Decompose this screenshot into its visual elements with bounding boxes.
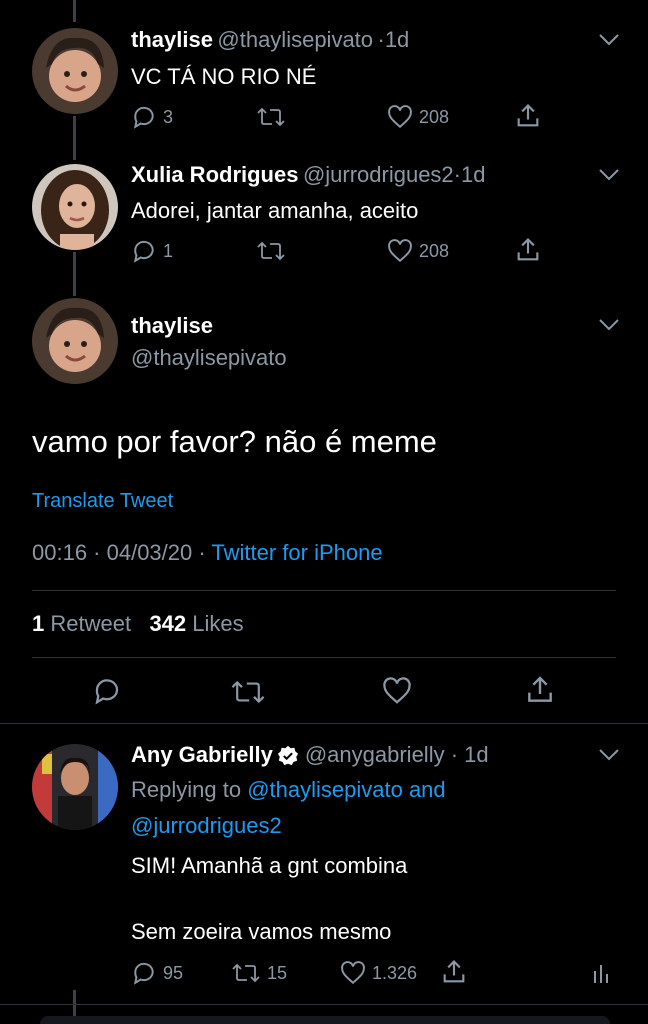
share-button[interactable]: [514, 102, 542, 130]
avatar[interactable]: [32, 28, 118, 114]
retweet-icon: [257, 241, 285, 261]
tweet-header: Xulia Rodrigues @jurrodrigues2·1d: [131, 162, 486, 187]
share-button[interactable]: [514, 236, 542, 264]
share-icon: [517, 238, 539, 261]
like-count: 208: [419, 240, 450, 261]
analytics-icon: [594, 965, 608, 983]
replying-prefix: Replying to: [131, 777, 242, 802]
heart-icon: [341, 961, 365, 985]
replying-to: Replying to @thaylisepivato and: [131, 777, 446, 803]
reply-icon: [133, 962, 154, 985]
user-handle[interactable]: @jurrodrigues2: [303, 162, 454, 187]
like-button[interactable]: 208: [387, 104, 449, 130]
reply-button[interactable]: 3: [131, 104, 173, 130]
like-button[interactable]: 208: [387, 238, 449, 264]
divider: [32, 590, 616, 591]
heart-icon[interactable]: [382, 676, 412, 706]
retweet-button[interactable]: [256, 104, 286, 130]
likes-stat[interactable]: 342 Likes: [149, 611, 243, 636]
tweet-header: Any Gabrielly @anygabrielly · 1d: [131, 742, 489, 767]
thread-line-top: [73, 0, 76, 22]
engagement-stats: 1 Retweet 342 Likes: [32, 611, 244, 637]
divider: [0, 1004, 648, 1005]
reply-count: 95: [163, 962, 184, 983]
retweet-icon[interactable]: [230, 677, 266, 707]
tweet-header: thaylise @thaylisepivato ·1d: [131, 27, 410, 52]
user-handle[interactable]: @thaylisepivato: [217, 27, 373, 52]
reply-button[interactable]: 95: [131, 960, 183, 986]
tweet-meta: 00:16 · 04/03/20 · Twitter for iPhone: [32, 540, 383, 566]
chevron-down-icon[interactable]: [598, 33, 620, 47]
retweet-icon: [232, 963, 260, 983]
share-button[interactable]: [440, 958, 468, 986]
retweet-button[interactable]: [256, 238, 286, 264]
avatar[interactable]: [32, 744, 118, 830]
timestamp: 00:16 · 04/03/20 ·: [32, 540, 206, 565]
analytics-button[interactable]: [592, 960, 614, 986]
heart-icon: [388, 239, 412, 263]
reply-count: 3: [163, 106, 174, 127]
like-count: 1.326: [372, 962, 418, 983]
avatar[interactable]: [32, 298, 118, 384]
chevron-down-icon[interactable]: [598, 168, 620, 182]
bottom-bar-edge: [40, 1016, 610, 1024]
retweets-stat[interactable]: 1 Retweet: [32, 611, 131, 636]
retweet-icon: [257, 107, 285, 127]
user-name[interactable]: thaylise: [131, 27, 213, 52]
reply-button[interactable]: 1: [131, 238, 173, 264]
translate-tweet-link[interactable]: Translate Tweet: [32, 490, 173, 513]
likes-count: 342: [149, 611, 187, 636]
replying-users[interactable]: @thaylisepivato and: [247, 777, 445, 802]
thread-line-1: [73, 116, 76, 160]
likes-label: Likes: [192, 611, 244, 636]
replying-user-link[interactable]: @jurrodrigues2: [131, 813, 282, 839]
reply-icon[interactable]: [92, 676, 122, 706]
like-count: 208: [419, 106, 450, 127]
source-link[interactable]: Twitter for iPhone: [211, 540, 382, 565]
tweet-time: 1d: [384, 27, 410, 52]
retweet-count: 15: [267, 962, 288, 983]
retweets-label: Retweet: [50, 611, 132, 636]
user-name[interactable]: Xulia Rodrigues: [131, 162, 298, 187]
main-tweet-text: vamo por favor? não é meme: [32, 424, 437, 459]
chevron-down-icon[interactable]: [598, 318, 620, 332]
share-icon[interactable]: [524, 674, 556, 706]
divider: [32, 657, 616, 658]
thread-line-2: [73, 252, 76, 296]
share-icon: [443, 960, 465, 983]
user-handle[interactable]: @anygabrielly: [305, 742, 445, 767]
retweet-button[interactable]: 15: [231, 960, 287, 986]
tweet-text: VC TÁ NO RIO NÉ: [131, 64, 317, 89]
divider: [0, 723, 648, 724]
reply-icon: [133, 106, 154, 129]
reply-text-line-2: Sem zoeira vamos mesmo: [131, 919, 392, 944]
retweets-count: 1: [32, 611, 45, 636]
user-handle[interactable]: @thaylisepivato: [131, 345, 287, 371]
avatar[interactable]: [32, 164, 118, 250]
like-button[interactable]: 1.326: [340, 960, 417, 986]
user-name[interactable]: thaylise: [131, 313, 213, 339]
tweet-text: Adorei, jantar amanha, aceito: [131, 198, 419, 223]
user-name[interactable]: Any Gabrielly: [131, 742, 273, 767]
tweet-time: 1d: [464, 742, 489, 767]
share-icon: [517, 104, 539, 127]
verified-badge-icon: [277, 745, 298, 765]
heart-icon: [388, 105, 412, 129]
reply-text-line-1: SIM! Amanhã a gnt combina: [131, 853, 408, 878]
chevron-down-icon[interactable]: [598, 748, 620, 762]
tweet-time: 1d: [461, 162, 486, 187]
reply-count: 1: [163, 240, 174, 261]
reply-icon: [133, 240, 154, 263]
